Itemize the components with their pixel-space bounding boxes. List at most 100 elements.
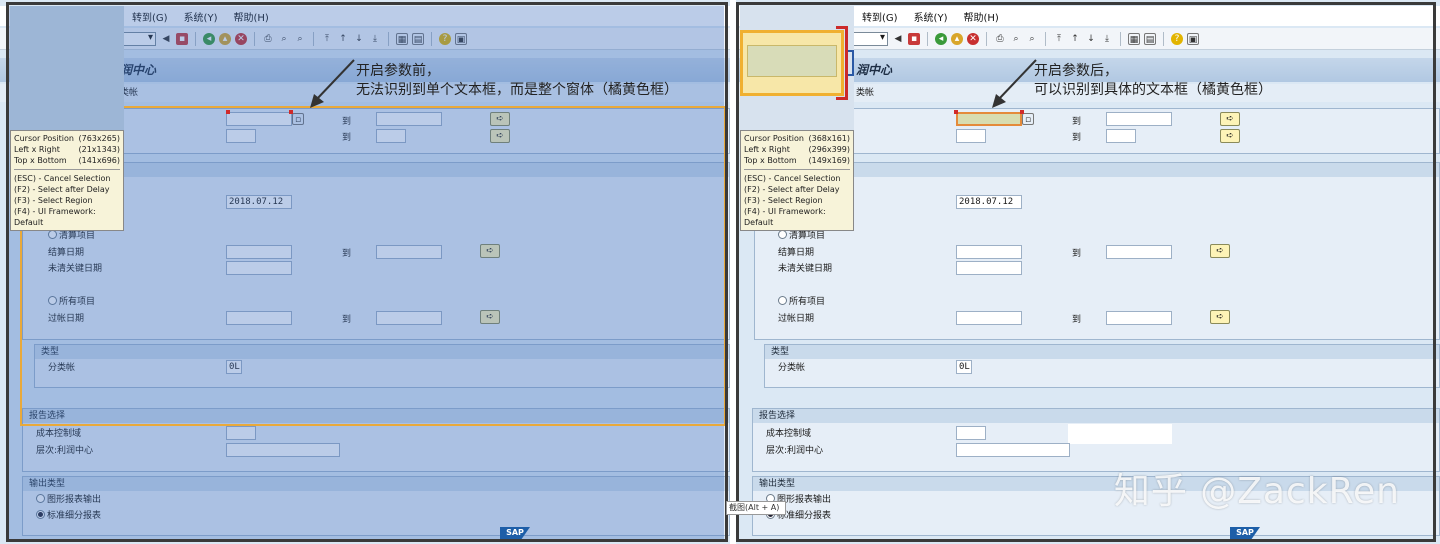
find-next-icon[interactable]: ⌕ xyxy=(1026,33,1038,45)
ledger-input[interactable]: 0L xyxy=(226,360,242,374)
tooltip-key: Cursor Position xyxy=(14,134,74,143)
posting-date-from-input[interactable] xyxy=(226,311,292,325)
controlling-area-input[interactable] xyxy=(956,426,986,440)
hierarchy-input[interactable] xyxy=(956,443,1070,457)
multi-select-button[interactable]: ➪ xyxy=(1220,112,1240,126)
shortcut-icon[interactable]: ▤ xyxy=(412,32,424,45)
key-date-input[interactable] xyxy=(956,261,1022,275)
posting-date-to-input[interactable] xyxy=(1106,311,1172,325)
back-icon[interactable]: ◂ xyxy=(935,32,947,45)
hierarchy-input[interactable] xyxy=(226,443,340,457)
secondary-from-input[interactable] xyxy=(956,129,986,143)
multi-select-button[interactable]: ➪ xyxy=(480,310,500,324)
annotation-line: 可以识别到具体的文本框（橘黄色框） xyxy=(1034,82,1272,98)
clearing-date-from-input[interactable] xyxy=(226,245,292,259)
clearing-date-from-input[interactable] xyxy=(956,245,1022,259)
layout-icon[interactable]: ▣ xyxy=(1187,32,1199,45)
secondary-from-input[interactable] xyxy=(226,129,256,143)
menu-help[interactable]: 帮助(H) xyxy=(963,9,998,24)
radio-icon[interactable] xyxy=(778,296,787,305)
next-page-icon[interactable]: ↓ xyxy=(1085,33,1097,45)
report-selection-section: 报告选择 xyxy=(22,408,730,472)
annotation-arrow-icon xyxy=(992,59,1037,108)
radio-icon[interactable] xyxy=(48,230,57,239)
controlling-area-input[interactable] xyxy=(226,426,256,440)
back-icon[interactable]: ◂ xyxy=(203,32,215,45)
shortcut-icon[interactable]: ▤ xyxy=(1144,32,1156,45)
clearing-date-to-input[interactable] xyxy=(1106,245,1172,259)
tooltip-shortcut: (F3) - Select Region xyxy=(744,196,823,205)
multi-select-button[interactable]: ➪ xyxy=(1210,244,1230,258)
menu-goto[interactable]: 转到(G) xyxy=(132,9,168,24)
hierarchy-label: 层次:利润中心 xyxy=(36,446,94,456)
multi-select-button[interactable]: ➪ xyxy=(490,129,510,143)
profit-center-from-input[interactable] xyxy=(226,112,292,126)
posting-date-from-input[interactable] xyxy=(956,311,1022,325)
save-icon[interactable]: ▪ xyxy=(176,32,188,45)
radio-icon[interactable] xyxy=(36,494,45,503)
menu-goto[interactable]: 转到(G) xyxy=(862,9,898,24)
back-arrow-icon[interactable]: ◀ xyxy=(160,33,172,45)
tooltip-shortcut: (F3) - Select Region xyxy=(14,196,93,205)
open-key-date-input[interactable]: 2018.07.12 xyxy=(956,195,1022,209)
radio-open-items[interactable]: 清算项目 xyxy=(778,229,825,243)
print-icon[interactable]: ⎙ xyxy=(262,33,274,45)
posting-date-to-input[interactable] xyxy=(376,311,442,325)
command-field-dropdown[interactable] xyxy=(852,31,888,46)
cancel-icon[interactable]: ✕ xyxy=(235,32,247,45)
exit-icon[interactable]: ▴ xyxy=(219,32,231,45)
menu-system[interactable]: 系统(Y) xyxy=(914,9,948,24)
next-page-icon[interactable]: ↓ xyxy=(353,33,365,45)
layout-icon[interactable]: ▣ xyxy=(455,32,467,45)
multi-select-button[interactable]: ➪ xyxy=(1220,129,1240,143)
radio-graphic-output[interactable]: 图形报表输出 xyxy=(36,493,101,507)
profit-center-to-input[interactable] xyxy=(1106,112,1172,126)
save-icon[interactable]: ▪ xyxy=(908,32,920,45)
left-screenshot-panel: 转到(G) 系统(Y) 帮助(H) ◀ ▪ ◂ ▴ ✕ ⎙ ⌕ ⌕ ⤒ ↑ ↓ … xyxy=(0,0,730,544)
help-icon[interactable]: ? xyxy=(1171,32,1183,45)
multi-select-button[interactable]: ➪ xyxy=(1210,310,1230,324)
key-date-input[interactable] xyxy=(226,261,292,275)
find-next-icon[interactable]: ⌕ xyxy=(294,33,306,45)
last-page-icon[interactable]: ⤓ xyxy=(1101,33,1113,45)
menu-system[interactable]: 系统(Y) xyxy=(184,9,218,24)
find-icon[interactable]: ⌕ xyxy=(1010,33,1022,45)
exit-icon[interactable]: ▴ xyxy=(951,32,963,45)
prev-page-icon[interactable]: ↑ xyxy=(1069,33,1081,45)
print-icon[interactable]: ⎙ xyxy=(994,33,1006,45)
multiple-selection-icon[interactable]: ▫ xyxy=(1022,113,1034,125)
cancel-icon[interactable]: ✕ xyxy=(967,32,979,45)
open-key-date-input[interactable]: 2018.07.12 xyxy=(226,195,292,209)
tooltip-row: Top x Bottom (149x169) xyxy=(744,155,850,166)
find-icon[interactable]: ⌕ xyxy=(278,33,290,45)
ledger-input[interactable]: 0L xyxy=(956,360,972,374)
sap-logo: SAP xyxy=(1230,527,1260,539)
profit-center-from-input[interactable] xyxy=(956,112,1022,126)
radio-all-items[interactable]: 所有项目 xyxy=(48,295,95,309)
profit-center-to-input[interactable] xyxy=(376,112,442,126)
radio-icon[interactable] xyxy=(48,296,57,305)
radio-all-items[interactable]: 所有项目 xyxy=(778,295,825,309)
first-page-icon[interactable]: ⤒ xyxy=(1053,33,1065,45)
prev-page-icon[interactable]: ↑ xyxy=(337,33,349,45)
last-page-icon[interactable]: ⤓ xyxy=(369,33,381,45)
posting-date-label: 过帐日期 xyxy=(778,314,815,324)
back-arrow-icon[interactable]: ◀ xyxy=(892,33,904,45)
clearing-date-to-input[interactable] xyxy=(376,245,442,259)
new-session-icon[interactable]: ▦ xyxy=(1128,32,1140,45)
multi-select-button[interactable]: ➪ xyxy=(490,112,510,126)
multiple-selection-icon[interactable]: ▫ xyxy=(292,113,304,125)
multi-select-button[interactable]: ➪ xyxy=(480,244,500,258)
radio-open-items[interactable]: 清算项目 xyxy=(48,229,95,243)
section-header xyxy=(755,163,1439,177)
secondary-to-input[interactable] xyxy=(376,129,406,143)
first-page-icon[interactable]: ⤒ xyxy=(321,33,333,45)
menu-help[interactable]: 帮助(H) xyxy=(233,9,268,24)
radio-detail-report[interactable]: 标准细分报表 xyxy=(36,509,101,523)
radio-icon[interactable] xyxy=(778,230,787,239)
command-field-dropdown[interactable] xyxy=(120,31,156,46)
radio-selected-icon[interactable] xyxy=(36,510,45,519)
help-icon[interactable]: ? xyxy=(439,32,451,45)
secondary-to-input[interactable] xyxy=(1106,129,1136,143)
new-session-icon[interactable]: ▦ xyxy=(396,32,408,45)
